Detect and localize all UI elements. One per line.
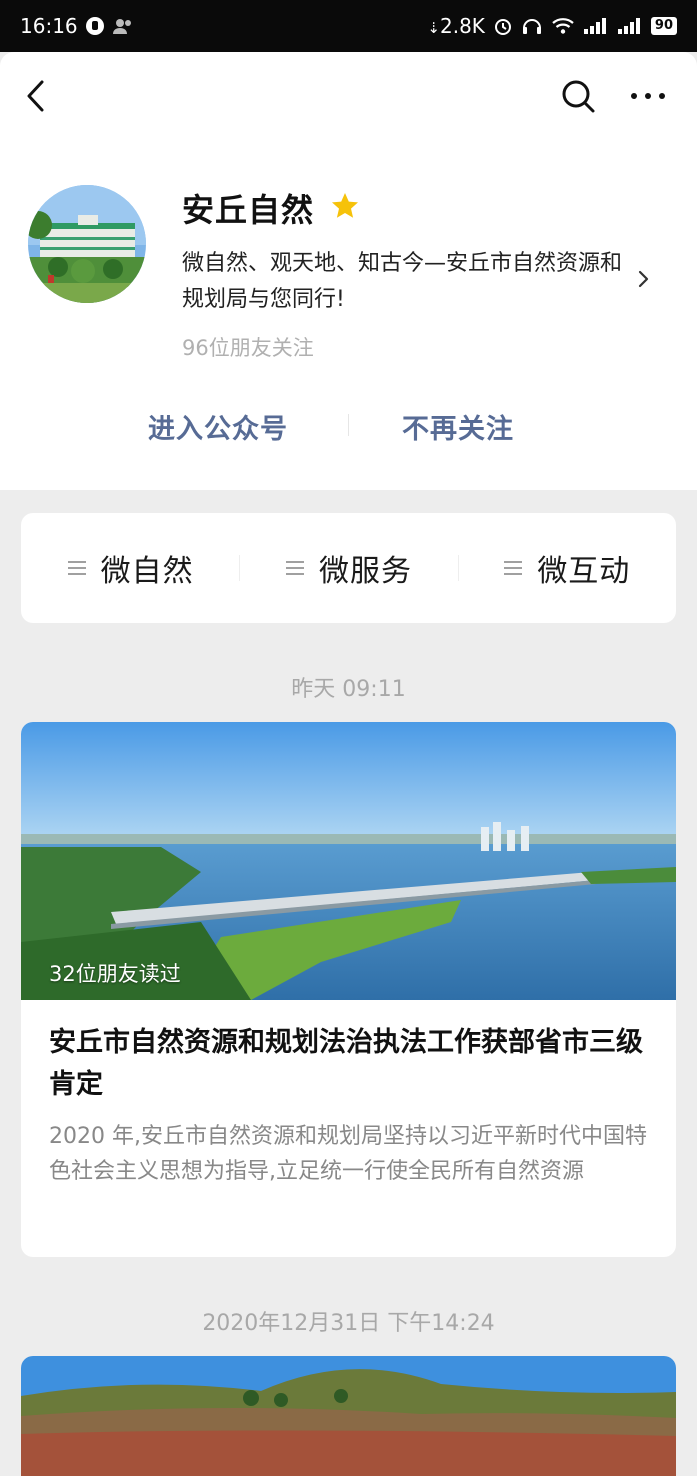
menu-bar: 微自然 微服务 微互动 — [21, 513, 676, 623]
net-speed: ⇣2.8K — [427, 14, 485, 38]
action-divider — [348, 414, 349, 436]
menu-label: 微互动 — [537, 554, 631, 589]
battery-icon: 90 — [650, 17, 677, 35]
headset-icon — [522, 19, 541, 34]
status-time: 16:16 — [20, 14, 78, 38]
net-speed-value: 2.8K — [439, 14, 485, 38]
search-icon[interactable] — [558, 76, 598, 116]
signal-icon — [583, 18, 606, 34]
menu-item-nature[interactable]: 微自然 — [21, 513, 239, 623]
signal-icon — [617, 18, 640, 34]
more-icon[interactable] — [628, 82, 668, 110]
article-title[interactable]: 安丘市自然资源和规划法治执法工作获部省市三级肯定 — [49, 1022, 659, 1106]
menu-label: 微自然 — [100, 554, 194, 589]
menu-icon — [504, 561, 523, 575]
chevron-right-icon[interactable] — [636, 268, 652, 290]
menu-item-interaction[interactable]: 微互动 — [457, 513, 676, 623]
article-time: 昨天 09:11 — [291, 677, 406, 702]
unfollow-button[interactable]: 不再关注 — [402, 407, 514, 446]
menu-icon — [285, 561, 304, 575]
menu-icon — [67, 561, 86, 575]
star-icon — [332, 193, 358, 218]
account-name: 安丘自然 — [182, 191, 315, 229]
menu-item-service[interactable]: 微服务 — [239, 513, 457, 623]
enter-account-button[interactable]: 进入公众号 — [148, 407, 288, 446]
download-icon: ⇣ — [427, 19, 440, 37]
wifi-icon — [552, 18, 574, 34]
status-bar: 16:16 ⇣2.8K 90 — [0, 0, 697, 52]
account-description[interactable]: 微自然、观天地、知古今—安丘市自然资源和规划局与您同行! — [182, 246, 632, 318]
menu-label: 微服务 — [318, 554, 412, 589]
article-summary: 2020 年,安丘市自然资源和规划局坚持以习近平新时代中国特色社会主义思想为指导… — [49, 1124, 647, 1184]
article-card[interactable]: 32位朋友读过 安丘市自然资源和规划法治执法工作获部省市三级肯定 2020 年,… — [21, 722, 676, 1257]
profile-card: 安丘自然 微自然、观天地、知古今—安丘市自然资源和规划局与您同行! 96位朋友关… — [0, 52, 697, 490]
notification-icon — [85, 17, 104, 35]
avatar[interactable] — [28, 185, 146, 303]
read-count: 32位朋友读过 — [49, 962, 181, 986]
user-icon — [112, 19, 131, 34]
article-time: 2020年12月31日 下午14:24 — [202, 1311, 495, 1336]
navbar — [0, 52, 697, 138]
article-cover-image[interactable] — [21, 1356, 676, 1476]
back-icon[interactable] — [20, 76, 54, 116]
article-card[interactable] — [21, 1356, 676, 1476]
alarm-icon — [494, 19, 511, 35]
followers-count: 96位朋友关注 — [182, 336, 314, 360]
